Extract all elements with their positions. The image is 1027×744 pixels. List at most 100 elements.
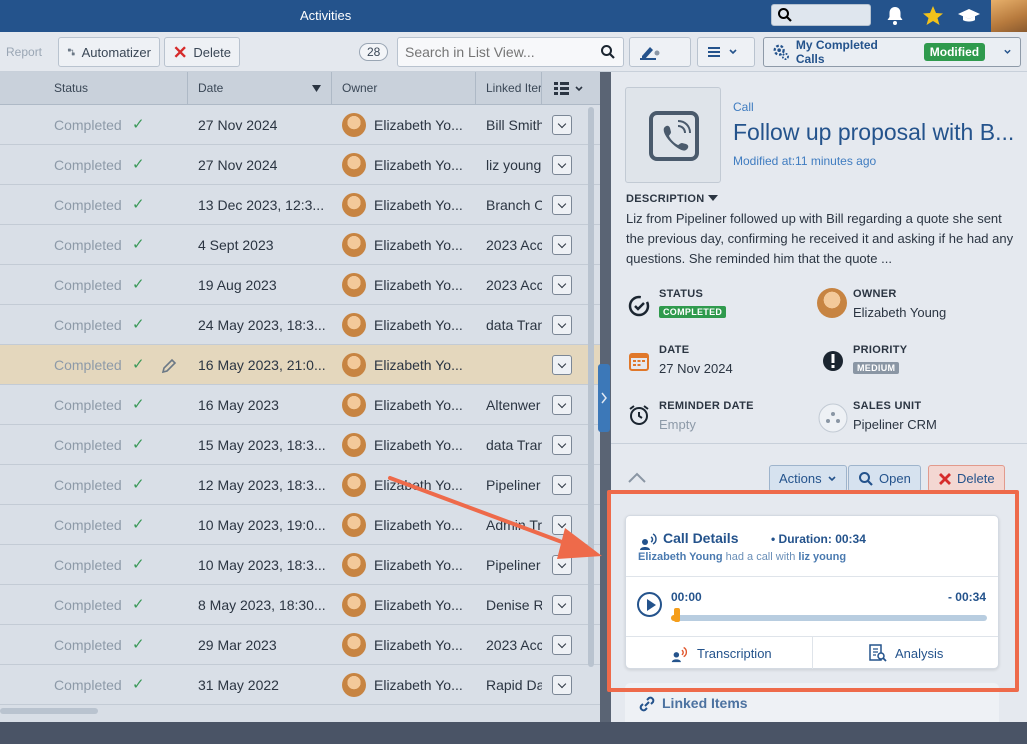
open-button[interactable]: Open — [848, 465, 921, 492]
row-owner[interactable]: Elizabeth Yo... — [374, 437, 464, 453]
row-owner[interactable]: Elizabeth Yo... — [374, 357, 464, 373]
row-linked-item[interactable]: Denise R — [486, 597, 542, 613]
row-linked-item[interactable]: Altenwer — [486, 397, 542, 413]
row-linked-item[interactable]: Rapid Da — [486, 677, 542, 693]
table-row[interactable]: Completed ✓ 10 May 2023, 19:0... Elizabeth … — [0, 505, 600, 545]
row-linked-item[interactable]: Admin Tr — [486, 517, 542, 533]
row-linked-item[interactable]: Branch O — [486, 197, 542, 213]
report-button[interactable]: Report — [6, 45, 42, 59]
row-menu-button[interactable] — [552, 635, 572, 655]
row-owner[interactable]: Elizabeth Yo... — [374, 237, 464, 253]
saved-view-selector[interactable]: My Completed Calls Modified — [763, 37, 1021, 67]
row-linked-item[interactable]: Pipeliner — [486, 557, 542, 573]
search-icon[interactable] — [600, 44, 616, 60]
chevron-up-icon[interactable] — [627, 472, 647, 484]
table-row[interactable]: Completed ✓ 8 May 2023, 18:30... Elizabeth … — [0, 585, 600, 625]
row-linked-item[interactable]: 2023 Acc — [486, 637, 542, 653]
detail-delete-button[interactable]: Delete — [928, 465, 1005, 492]
row-menu-button[interactable] — [552, 595, 572, 615]
description-toggle[interactable]: DESCRIPTION — [626, 193, 718, 205]
table-row[interactable]: Completed ✓ 12 May 2023, 18:3... Elizabeth … — [0, 465, 600, 505]
row-menu-button[interactable] — [552, 275, 572, 295]
table-row[interactable]: Completed ✓ 16 May 2023 Elizabeth Yo... Alte… — [0, 385, 600, 425]
row-owner[interactable]: Elizabeth Yo... — [374, 517, 464, 533]
status-label: STATUS — [659, 288, 704, 300]
row-owner[interactable]: Elizabeth Yo... — [374, 117, 464, 133]
list-horizontal-scrollbar[interactable] — [0, 708, 98, 714]
panel-collapse-handle[interactable] — [598, 364, 610, 432]
list-options-button[interactable] — [697, 37, 755, 67]
row-menu-button[interactable] — [552, 315, 572, 335]
row-linked-item[interactable]: data Tran — [486, 317, 542, 333]
highlight-button[interactable] — [629, 37, 691, 67]
column-settings-icon[interactable] — [554, 81, 586, 97]
row-date: 16 May 2023, 21:0... — [198, 357, 326, 373]
column-header-date[interactable]: Date — [198, 81, 223, 95]
table-row[interactable]: Completed ✓ 27 Nov 2024 Elizabeth Yo... Bill… — [0, 105, 600, 145]
row-menu-button[interactable] — [552, 155, 572, 175]
row-owner[interactable]: Elizabeth Yo... — [374, 597, 464, 613]
search-icon — [859, 471, 873, 486]
row-linked-item[interactable]: data Tran — [486, 437, 542, 453]
row-owner[interactable]: Elizabeth Yo... — [374, 397, 464, 413]
table-row[interactable]: Completed ✓ 15 May 2023, 18:3... Elizabeth … — [0, 425, 600, 465]
sort-desc-icon[interactable] — [312, 85, 321, 92]
bell-icon[interactable] — [883, 4, 907, 28]
owner-value[interactable]: Elizabeth Young — [853, 305, 946, 320]
sales-unit-value[interactable]: Pipeliner CRM — [853, 417, 937, 432]
row-owner[interactable]: Elizabeth Yo... — [374, 317, 464, 333]
delete-button[interactable]: Delete — [164, 37, 240, 67]
list-search-input[interactable] — [398, 38, 588, 66]
row-status: Completed — [54, 477, 122, 493]
row-owner[interactable]: Elizabeth Yo... — [374, 677, 464, 693]
table-row[interactable]: Completed ✓ 19 Aug 2023 Elizabeth Yo... 2023… — [0, 265, 600, 305]
row-owner[interactable]: Elizabeth Yo... — [374, 557, 464, 573]
row-owner[interactable]: Elizabeth Yo... — [374, 157, 464, 173]
table-row[interactable]: Completed ✓ 10 May 2023, 18:3... Elizabeth … — [0, 545, 600, 585]
row-linked-item[interactable]: 2023 Acc — [486, 277, 542, 293]
column-header-status[interactable]: Status — [54, 81, 88, 95]
row-menu-button[interactable] — [552, 235, 572, 255]
column-header-owner[interactable]: Owner — [342, 81, 377, 95]
row-linked-item[interactable]: liz young — [486, 157, 542, 173]
pencil-icon[interactable] — [161, 358, 177, 374]
actions-button[interactable]: Actions — [769, 465, 847, 492]
table-row[interactable]: Completed ✓ 24 May 2023, 18:3... Elizabeth … — [0, 305, 600, 345]
row-menu-button[interactable] — [552, 435, 572, 455]
row-status: Completed — [54, 117, 122, 133]
row-menu-button[interactable] — [552, 555, 572, 575]
automatizer-button[interactable]: Automatizer — [58, 37, 160, 67]
chevron-right-icon — [601, 392, 607, 404]
row-menu-button[interactable] — [552, 515, 572, 535]
row-owner[interactable]: Elizabeth Yo... — [374, 637, 464, 653]
row-owner[interactable]: Elizabeth Yo... — [374, 197, 464, 213]
avatar — [342, 313, 366, 337]
graduation-cap-icon[interactable] — [957, 4, 981, 28]
table-row[interactable]: Completed ✓ 13 Dec 2023, 12:3... Elizabeth … — [0, 185, 600, 225]
column-header-linked[interactable]: Linked Iter — [486, 81, 542, 95]
row-menu-button[interactable] — [552, 675, 572, 695]
row-linked-item[interactable]: Bill Smith — [486, 117, 542, 133]
table-row[interactable]: Completed ✓ 31 May 2022 Elizabeth Yo... Rapi… — [0, 665, 600, 705]
row-linked-item[interactable]: 2023 Acc — [486, 237, 542, 253]
row-menu-button[interactable] — [552, 355, 572, 375]
row-menu-button[interactable] — [552, 475, 572, 495]
row-linked-item[interactable]: Pipeliner — [486, 477, 542, 493]
row-menu-button[interactable] — [552, 395, 572, 415]
user-avatar[interactable] — [991, 0, 1027, 32]
table-row[interactable]: Completed ✓ 4 Sept 2023 Elizabeth Yo... 2023… — [0, 225, 600, 265]
global-search-input[interactable] — [771, 4, 871, 26]
reminder-value[interactable]: Empty — [659, 417, 696, 432]
row-date: 12 May 2023, 18:3... — [198, 477, 326, 493]
row-owner[interactable]: Elizabeth Yo... — [374, 277, 464, 293]
row-menu-button[interactable] — [552, 195, 572, 215]
table-row[interactable]: Completed ✓ 29 Mar 2023 Elizabeth Yo... 2023… — [0, 625, 600, 665]
row-menu-button[interactable] — [552, 115, 572, 135]
list-vertical-scrollbar[interactable] — [588, 107, 594, 667]
star-icon[interactable] — [921, 4, 945, 28]
table-row[interactable]: Completed ✓ 16 May 2023, 21:0... Elizabeth … — [0, 345, 600, 385]
table-row[interactable]: Completed ✓ 27 Nov 2024 Elizabeth Yo... liz … — [0, 145, 600, 185]
list-search-field[interactable] — [397, 37, 624, 67]
row-owner[interactable]: Elizabeth Yo... — [374, 477, 464, 493]
row-status: Completed — [54, 557, 122, 573]
